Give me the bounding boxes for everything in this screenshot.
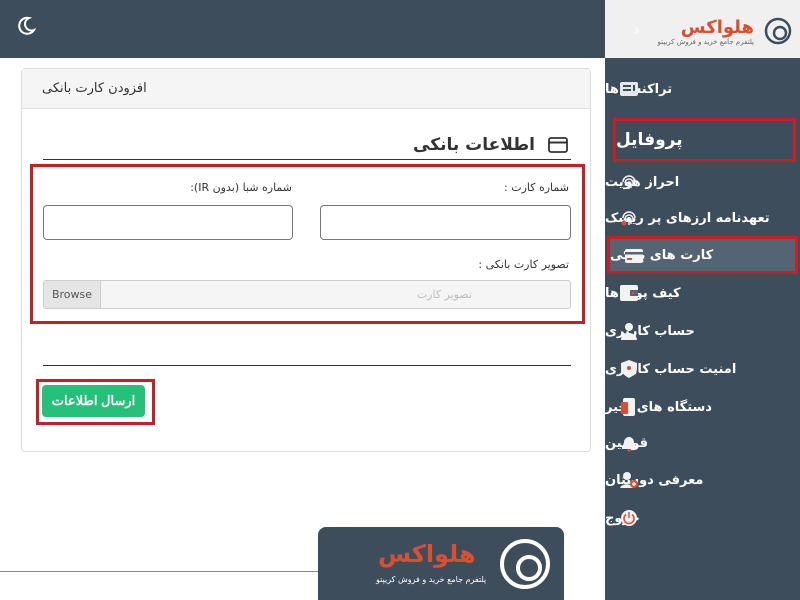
section-divider	[43, 159, 571, 160]
sidebar-item-security[interactable]: امنیت حساب کاربری	[605, 350, 800, 388]
sidebar-item-logout[interactable]: خروج	[605, 499, 800, 537]
brand-tagline: پلتفرم جامع خرید و فروش کریپتو	[657, 38, 755, 46]
divider	[0, 571, 318, 572]
fingerprint-icon	[619, 172, 639, 192]
sidebar-item-profile[interactable]: پروفایل	[613, 118, 796, 162]
sidebar-item-label: احراز هویت	[605, 174, 680, 190]
fingerprint-icon	[619, 208, 639, 228]
credit-card-icon	[548, 137, 568, 153]
sidebar-item-identity[interactable]: احراز هویت	[605, 163, 800, 201]
card-number-label: شماره کارت :	[504, 181, 569, 194]
sidebar: هلواکس پلتفرم جامع خرید و فروش کریپتو ‹ …	[605, 0, 800, 600]
hellowax-logo-icon	[500, 539, 550, 589]
shield-icon	[619, 359, 639, 379]
form-divider	[43, 365, 571, 366]
section-title: اطلاعات بانکی	[413, 135, 535, 155]
power-icon	[619, 508, 639, 528]
wallet-icon	[619, 283, 639, 303]
submit-button[interactable]: ارسال اطلاعات	[42, 385, 145, 417]
hellowax-logo-icon[interactable]	[764, 17, 792, 45]
user-icon	[619, 321, 639, 341]
card-icon	[624, 246, 644, 266]
sidebar-item-label: پروفایل	[616, 130, 683, 150]
top-bar	[0, 0, 605, 58]
file-placeholder: تصویر کارت	[416, 288, 472, 301]
watermark-name: هلواکس	[378, 540, 476, 568]
collapse-sidebar-icon[interactable]: ‹	[634, 22, 640, 38]
brand-name: هلواکس	[680, 17, 754, 38]
bell-icon	[619, 433, 639, 453]
sheba-label: شماره شبا (بدون IR):	[190, 181, 292, 194]
add-bank-card-panel: افزودن کارت بانکی اطلاعات بانکی شماره کا…	[21, 68, 591, 452]
moon-icon[interactable]	[16, 16, 36, 36]
watermark-tagline: پلتفرم جامع خرید و فروش کریپتو	[376, 575, 487, 584]
sidebar-item-recent-devices[interactable]: دستگاه های اخیر	[605, 388, 800, 426]
sidebar-item-bank-cards[interactable]: کارت های بانکی	[607, 236, 798, 274]
sidebar-item-transactions[interactable]: تراکنش ها	[605, 70, 800, 108]
sheba-input[interactable]	[43, 205, 293, 240]
sidebar-item-rules[interactable]: قوانین	[605, 424, 800, 462]
add-user-icon	[619, 470, 639, 490]
transactions-icon	[619, 79, 639, 99]
card-number-input[interactable]	[320, 205, 571, 240]
card-image-file-input[interactable]: Browse تصویر کارت	[43, 280, 571, 309]
sidebar-item-wallets[interactable]: کیف پول ها	[605, 274, 800, 312]
sidebar-item-risk-agreement[interactable]: تعهدنامه ارزهای پر ریسک	[605, 199, 800, 237]
sidebar-item-referral[interactable]: معرفی دوستان	[605, 461, 800, 499]
browse-button[interactable]: Browse	[44, 281, 101, 308]
watermark-logo: هلواکس پلتفرم جامع خرید و فروش کریپتو	[318, 527, 564, 600]
card-header: افزودن کارت بانکی	[22, 69, 590, 109]
sidebar-item-account[interactable]: حساب کاربری	[605, 312, 800, 350]
devices-icon	[619, 397, 639, 417]
card-image-label: تصویر کارت بانکی :	[478, 258, 569, 271]
sidebar-item-label: کیف پول ها	[605, 285, 681, 301]
